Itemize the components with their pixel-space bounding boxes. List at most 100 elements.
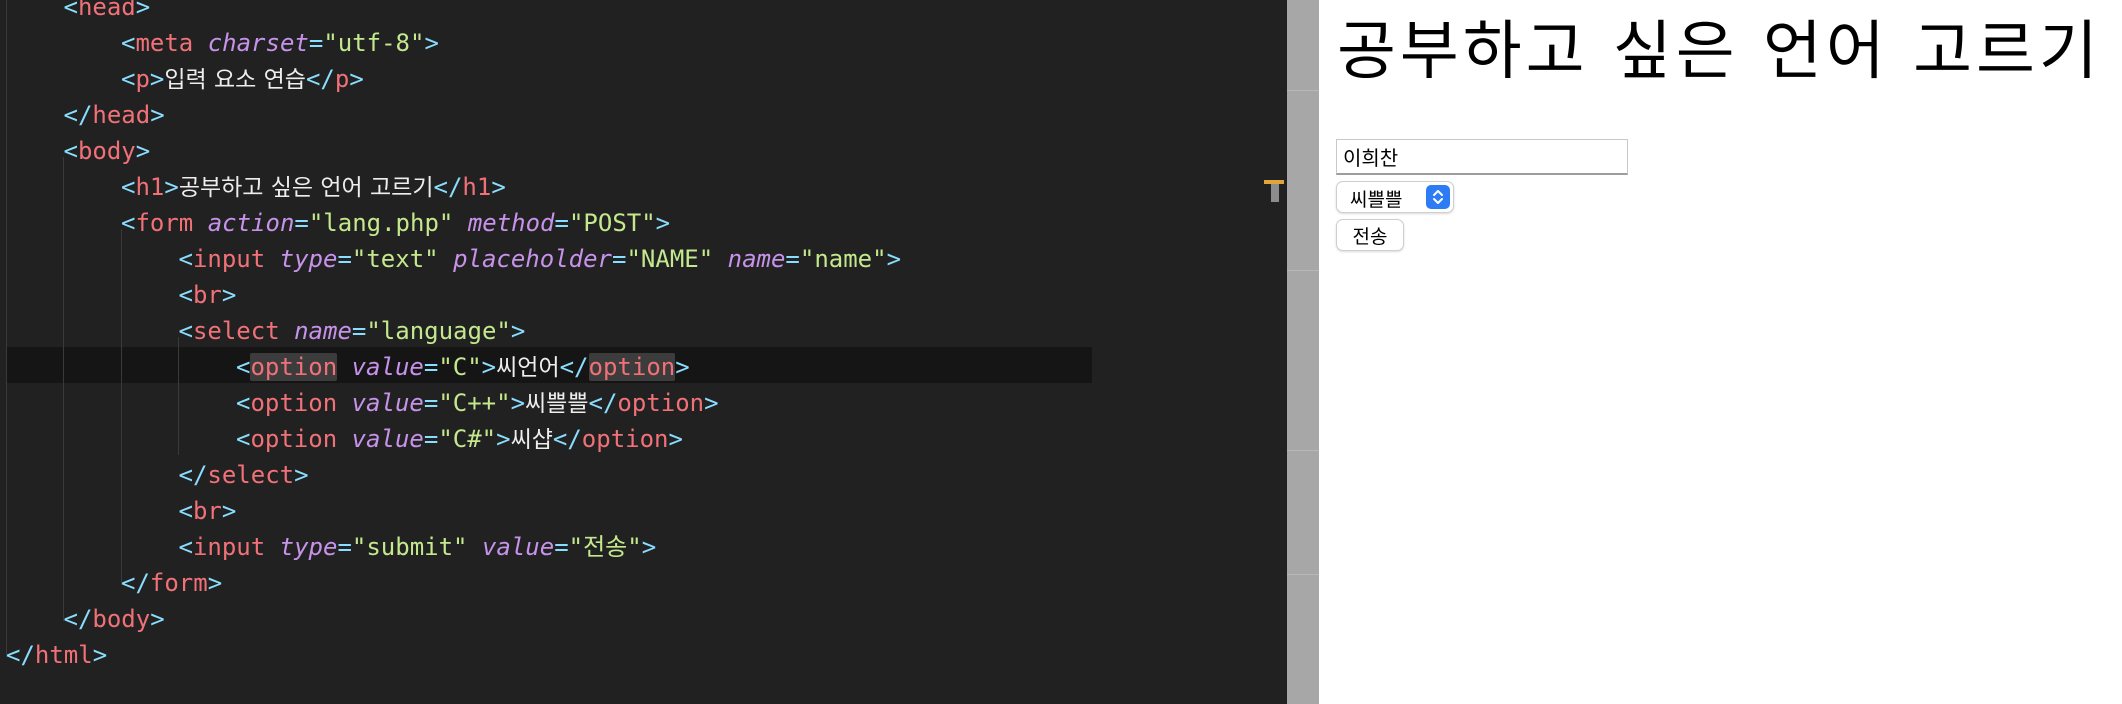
code-token: = <box>554 533 569 561</box>
code-token: > <box>294 461 309 489</box>
code-token: value <box>351 425 424 453</box>
code-token: > <box>149 65 165 93</box>
code-token: </ <box>552 425 582 453</box>
code-token: option <box>250 425 338 453</box>
language-select-value: 씨쁠쁠 <box>1350 189 1403 211</box>
code-line: <input type="text" placeholder="NAME" na… <box>179 241 902 277</box>
code-token: meta <box>135 29 194 57</box>
code-token: > <box>675 353 690 381</box>
editor-scrollbar-gutter[interactable] <box>1287 0 1319 704</box>
submit-button[interactable]: 전송 <box>1336 219 1404 251</box>
code-token: < <box>178 533 193 561</box>
browser-preview: 공부하고 싶은 언어 고르기 씨쁠쁠 전송 <box>1319 0 2122 704</box>
code-token: > <box>886 245 902 273</box>
code-token: 씨쁠쁠 <box>525 391 589 417</box>
code-token: = <box>337 245 352 273</box>
code-line: <meta charset="utf-8"> <box>121 25 439 61</box>
code-token: h1 <box>462 173 492 201</box>
code-token: value <box>351 353 424 381</box>
code-token: select <box>207 461 295 489</box>
code-token: = <box>554 209 569 237</box>
code-token: h1 <box>135 173 165 201</box>
code-line: </head> <box>64 97 165 133</box>
code-token: < <box>178 497 193 525</box>
name-input[interactable] <box>1336 139 1628 175</box>
code-token: "text" <box>351 245 439 273</box>
code-token: > <box>496 425 511 453</box>
code-token: "utf-8" <box>323 29 425 57</box>
code-token: br <box>192 497 222 525</box>
code-token: "C#" <box>438 425 497 453</box>
code-token: > <box>655 209 671 237</box>
code-token: </ <box>63 605 93 633</box>
code-token: select <box>192 317 280 345</box>
code-line: <input type="submit" value="전송"> <box>179 529 657 565</box>
code-token: > <box>510 317 526 345</box>
code-line: </html> <box>6 637 107 673</box>
code-token: = <box>337 533 352 561</box>
code-token: value <box>351 389 424 417</box>
code-token: 입력 요소 연습 <box>164 67 306 93</box>
code-token: head <box>77 0 136 21</box>
code-token: </ <box>178 461 208 489</box>
indent-guide <box>178 337 179 455</box>
code-line: </body> <box>64 601 165 637</box>
code-token: > <box>207 569 223 597</box>
language-select[interactable]: 씨쁠쁠 <box>1336 181 1454 213</box>
code-token: "name" <box>799 245 887 273</box>
code-token: > <box>164 173 179 201</box>
code-token: = <box>294 209 309 237</box>
code-line: <option value="C">씨언어</option> <box>236 349 690 385</box>
code-line: </select> <box>179 457 309 493</box>
code-token: head <box>92 101 151 129</box>
code-token: </ <box>63 101 93 129</box>
code-token: = <box>785 245 800 273</box>
code-token: < <box>63 137 78 165</box>
code-token: < <box>121 173 136 201</box>
code-line: <select name="language"> <box>179 313 526 349</box>
code-token: "POST" <box>568 209 656 237</box>
code-token: > <box>92 641 108 669</box>
code-token: p <box>334 65 350 93</box>
code-token: > <box>221 497 237 525</box>
code-line: <p>입력 요소 연습</p> <box>121 61 364 97</box>
code-token: option <box>250 389 338 417</box>
code-line: <h1>공부하고 싶은 언어 고르기</h1> <box>121 169 506 205</box>
code-token: "C++" <box>438 389 511 417</box>
code-token: name <box>727 245 786 273</box>
code-token: > <box>491 173 506 201</box>
page-title: 공부하고 싶은 언어 고르기 <box>1337 15 2102 89</box>
code-token: > <box>481 353 497 381</box>
code-token: p <box>135 65 150 93</box>
code-token: br <box>192 281 222 309</box>
code-token: = <box>423 353 439 381</box>
code-token: < <box>121 29 136 57</box>
code-editor[interactable]: <head> <meta charset="utf-8"> <p>입력 요소 연습<… <box>0 0 1287 704</box>
code-token: method <box>467 209 555 237</box>
code-token: > <box>641 533 657 561</box>
code-token: > <box>221 281 237 309</box>
code-token: "submit" <box>351 533 468 561</box>
code-token: input <box>192 533 266 561</box>
code-token: < <box>63 0 78 21</box>
code-token: > <box>424 29 439 57</box>
code-token: charset <box>207 29 309 57</box>
code-token: type <box>279 245 338 273</box>
code-token: < <box>178 281 193 309</box>
code-token: action <box>207 209 295 237</box>
code-token: = <box>351 317 367 345</box>
code-token: 씨샵 <box>510 427 553 453</box>
code-token: type <box>279 533 338 561</box>
indent-guide <box>6 0 7 657</box>
code-token: value <box>481 533 555 561</box>
code-token: "NAME" <box>626 245 714 273</box>
code-token: </ <box>433 173 463 201</box>
code-token: < <box>236 389 251 417</box>
indent-guide <box>121 229 122 585</box>
